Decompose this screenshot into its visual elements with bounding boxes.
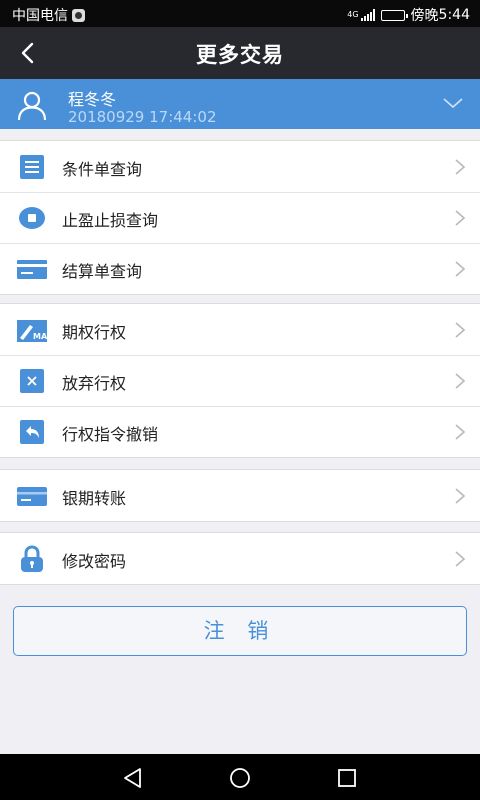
page-title: 更多交易 [196, 43, 284, 67]
menu-item-label: 期权行权 [62, 323, 127, 342]
triangle-back-icon[interactable] [121, 766, 145, 790]
chevron-right-icon [455, 551, 466, 567]
clock: 5:44 [438, 7, 470, 23]
chevron-right-icon [455, 488, 466, 504]
menu-item-label: 条件单查询 [62, 160, 143, 179]
user-icon [17, 91, 47, 121]
chevron-right-icon [455, 322, 466, 338]
chevron-right-icon [455, 424, 466, 440]
menu-item-stop-profit-loss-query[interactable]: 止盈止损查询 [0, 192, 480, 243]
status-bar: 中国电信 4G 傍晚 5:44 [0, 0, 480, 27]
menu-group-exercise: MA 期权行权 放弃行权 行权指令撤销 [0, 303, 480, 458]
chevron-right-icon [455, 210, 466, 226]
lock-icon [21, 545, 43, 572]
signal-icon [360, 9, 375, 21]
carrier-name: 中国电信 [12, 8, 68, 24]
menu-item-label: 止盈止损查询 [62, 211, 159, 230]
chevron-right-icon [455, 373, 466, 389]
pen-ma-icon: MA [17, 320, 47, 342]
menu-item-label: 放弃行权 [62, 374, 127, 393]
network-type: 4G [347, 10, 359, 19]
login-time: 20180929 17:44:02 [68, 108, 217, 126]
menu-item-settlement-query[interactable]: 结算单查询 [0, 243, 480, 294]
chevron-right-icon [455, 159, 466, 175]
x-box-icon [20, 369, 44, 393]
stop-circle-icon [19, 207, 45, 229]
chevron-down-icon[interactable] [442, 95, 464, 111]
menu-item-label: 银期转账 [62, 489, 127, 508]
menu-item-option-exercise[interactable]: MA 期权行权 [0, 304, 480, 355]
menu-group-transfer: 银期转账 [0, 469, 480, 522]
menu-item-change-password[interactable]: 修改密码 [0, 533, 480, 584]
menu-item-bank-futures-transfer[interactable]: 银期转账 [0, 470, 480, 521]
circle-home-icon[interactable] [228, 766, 252, 790]
menu-item-label: 结算单查询 [62, 262, 143, 281]
menu-item-abandon-exercise[interactable]: 放弃行权 [0, 355, 480, 406]
carrier-group: 中国电信 [12, 5, 85, 25]
chevron-right-icon [455, 261, 466, 277]
battery-icon [380, 9, 408, 21]
card-icon [17, 260, 47, 279]
account-name: 程冬冬 [68, 90, 117, 109]
menu-item-label: 行权指令撤销 [62, 425, 159, 444]
menu-item-exercise-cancel[interactable]: 行权指令撤销 [0, 406, 480, 457]
square-recent-icon[interactable] [335, 766, 359, 790]
menu-item-condition-order-query[interactable]: 条件单查询 [0, 141, 480, 192]
menu-item-label: 修改密码 [62, 552, 127, 571]
logout-button[interactable]: 注 销 [13, 606, 467, 656]
bank-card-icon [17, 487, 47, 506]
status-right: 4G 傍晚 5:44 [347, 5, 470, 25]
title-bar: 更多交易 [0, 27, 480, 79]
svg-text:MA: MA [33, 332, 47, 341]
time-prefix: 傍晚 [410, 8, 439, 24]
notification-icon [72, 8, 85, 22]
menu-group-security: 修改密码 [0, 532, 480, 585]
account-bar[interactable]: 程冬冬 20180929 17:44:02 [0, 79, 480, 129]
system-nav-bar [0, 754, 480, 800]
menu-group-query: 条件单查询 止盈止损查询 结算单查询 [0, 140, 480, 295]
undo-icon [20, 420, 44, 444]
list-document-icon [20, 155, 44, 179]
